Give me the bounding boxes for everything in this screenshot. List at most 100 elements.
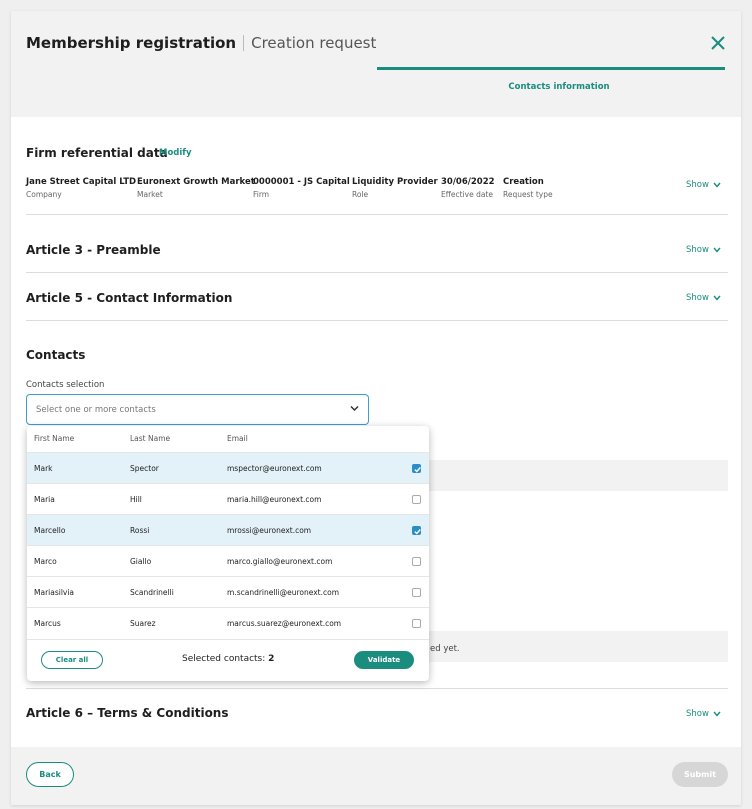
- contact-first-name: Maria: [34, 495, 55, 504]
- field-label: Market: [137, 190, 163, 199]
- check-icon: [414, 529, 421, 535]
- contact-row[interactable]: Marco Giallo marco.giallo@euronext.com: [27, 545, 429, 576]
- contact-email: marcus.suarez@euronext.com: [227, 619, 342, 628]
- contact-last-name: Giallo: [130, 557, 152, 566]
- contact-first-name: Marco: [34, 557, 57, 566]
- field-label: Firm: [253, 190, 270, 199]
- contact-first-name: Marcus: [34, 619, 61, 628]
- step-progress-bar: [377, 67, 725, 70]
- contact-first-name: Marcello: [34, 526, 66, 535]
- article3-title: Article 3 - Preamble: [26, 243, 161, 257]
- contact-last-name: Rossi: [130, 526, 150, 535]
- chevron-down-icon: [713, 711, 721, 717]
- back-button[interactable]: Back: [26, 762, 74, 787]
- close-icon[interactable]: [709, 34, 727, 52]
- field-role: Liquidity Provider Role: [352, 177, 438, 199]
- contact-row[interactable]: Mariasilvia Scandrinelli m.scandrinelli@…: [27, 576, 429, 607]
- step-label: Contacts information: [508, 82, 610, 92]
- selected-contacts-count: Selected contacts: 2: [182, 654, 274, 664]
- contact-email: mrossi@euronext.com: [227, 526, 312, 535]
- section-divider: [26, 320, 728, 321]
- column-first-name: First Name: [34, 434, 75, 443]
- contact-last-name: Suarez: [130, 619, 156, 628]
- contact-checkbox[interactable]: [412, 526, 421, 535]
- contact-last-name: Hill: [130, 495, 142, 504]
- article5-title: Article 5 - Contact Information: [26, 291, 233, 305]
- show-label: Show: [686, 245, 709, 255]
- column-last-name: Last Name: [130, 434, 171, 443]
- contact-last-name: Scandrinelli: [130, 588, 174, 597]
- chevron-down-icon: [350, 405, 359, 412]
- contact-checkbox[interactable]: [412, 557, 421, 566]
- field-effective-date: 30/06/2022 Effective date: [441, 177, 495, 199]
- show-label: Show: [686, 180, 709, 190]
- field-value: Euronext Growth Market: [137, 177, 255, 187]
- page-title: Membership registration Creation request: [26, 34, 376, 52]
- page-footer: [11, 747, 741, 805]
- page-header: Membership registration Creation request …: [11, 11, 741, 117]
- field-company: Jane Street Capital LTD Company: [26, 177, 136, 199]
- column-email: Email: [227, 434, 248, 443]
- field-firm: 0000001 - JS Capital Firm: [253, 177, 350, 199]
- article5-show-toggle[interactable]: Show: [686, 293, 721, 303]
- field-value: Creation: [503, 177, 544, 187]
- contact-email: marco.giallo@euronext.com: [227, 557, 333, 566]
- check-icon: [414, 467, 421, 473]
- title-main: Membership registration: [26, 34, 237, 52]
- section-divider: [26, 214, 728, 215]
- contact-checkbox[interactable]: [412, 588, 421, 597]
- contact-row[interactable]: Marcello Rossi mrossi@euronext.com: [27, 514, 429, 545]
- field-value: Jane Street Capital LTD: [26, 177, 137, 187]
- chevron-down-icon: [713, 247, 721, 253]
- selected-prefix: Selected contacts:: [182, 654, 266, 664]
- contact-row[interactable]: Marcus Suarez marcus.suarez@euronext.com: [27, 607, 429, 638]
- field-value: 0000001 - JS Capital: [253, 177, 350, 187]
- background-empty-text: ed yet.: [430, 644, 460, 654]
- contact-checkbox[interactable]: [412, 619, 421, 628]
- contacts-title: Contacts: [26, 348, 86, 362]
- contacts-select-placeholder: Select one or more contacts: [36, 405, 156, 415]
- contact-email: mspector@euronext.com: [227, 464, 322, 473]
- submit-button[interactable]: Submit: [672, 762, 728, 787]
- dropdown-header: First Name Last Name Email: [27, 426, 429, 452]
- contact-checkbox[interactable]: [412, 464, 421, 473]
- background-row: [429, 631, 728, 662]
- validate-button[interactable]: Validate: [354, 651, 414, 669]
- dropdown-footer: Clear all Selected contacts: 2 Validate: [27, 639, 429, 681]
- contact-checkbox[interactable]: [412, 495, 421, 504]
- show-label: Show: [686, 709, 709, 719]
- firm-section-title: Firm referential data: [26, 146, 168, 160]
- show-label: Show: [686, 293, 709, 303]
- contacts-select[interactable]: Select one or more contacts: [26, 394, 369, 425]
- contact-email: m.scandrinelli@euronext.com: [227, 588, 340, 597]
- selected-count-value: 2: [268, 654, 275, 664]
- field-market: Euronext Growth Market Market: [137, 177, 255, 199]
- contact-last-name: Spector: [130, 464, 159, 473]
- article6-show-toggle[interactable]: Show: [686, 709, 721, 719]
- chevron-down-icon: [713, 182, 721, 188]
- contacts-dropdown: First Name Last Name Email Mark Spector …: [27, 426, 429, 681]
- article6-title: Article 6 – Terms & Conditions: [26, 706, 229, 720]
- field-value: 30/06/2022: [441, 177, 495, 187]
- contact-first-name: Mark: [34, 464, 53, 473]
- modify-link[interactable]: Modify: [159, 148, 192, 158]
- field-label: Request type: [503, 190, 553, 199]
- contact-row[interactable]: Mark Spector mspector@euronext.com: [27, 452, 429, 483]
- title-subtitle: Creation request: [251, 34, 377, 52]
- contact-email: maria.hill@euronext.com: [227, 495, 322, 504]
- contacts-selection-label: Contacts selection: [26, 380, 105, 390]
- field-request-type: Creation Request type: [503, 177, 553, 199]
- field-label: Company: [26, 190, 62, 199]
- contact-row[interactable]: Maria Hill maria.hill@euronext.com: [27, 483, 429, 514]
- field-value: Liquidity Provider: [352, 177, 438, 187]
- field-label: Effective date: [441, 190, 494, 199]
- clear-all-button[interactable]: Clear all: [41, 651, 103, 669]
- contact-first-name: Mariasilvia: [34, 588, 75, 597]
- article3-show-toggle[interactable]: Show: [686, 245, 721, 255]
- chevron-down-icon: [713, 295, 721, 301]
- section-divider: [26, 688, 728, 689]
- section-divider: [26, 272, 728, 273]
- firm-show-toggle[interactable]: Show: [686, 180, 721, 190]
- field-label: Role: [352, 190, 369, 199]
- title-separator: [243, 35, 245, 51]
